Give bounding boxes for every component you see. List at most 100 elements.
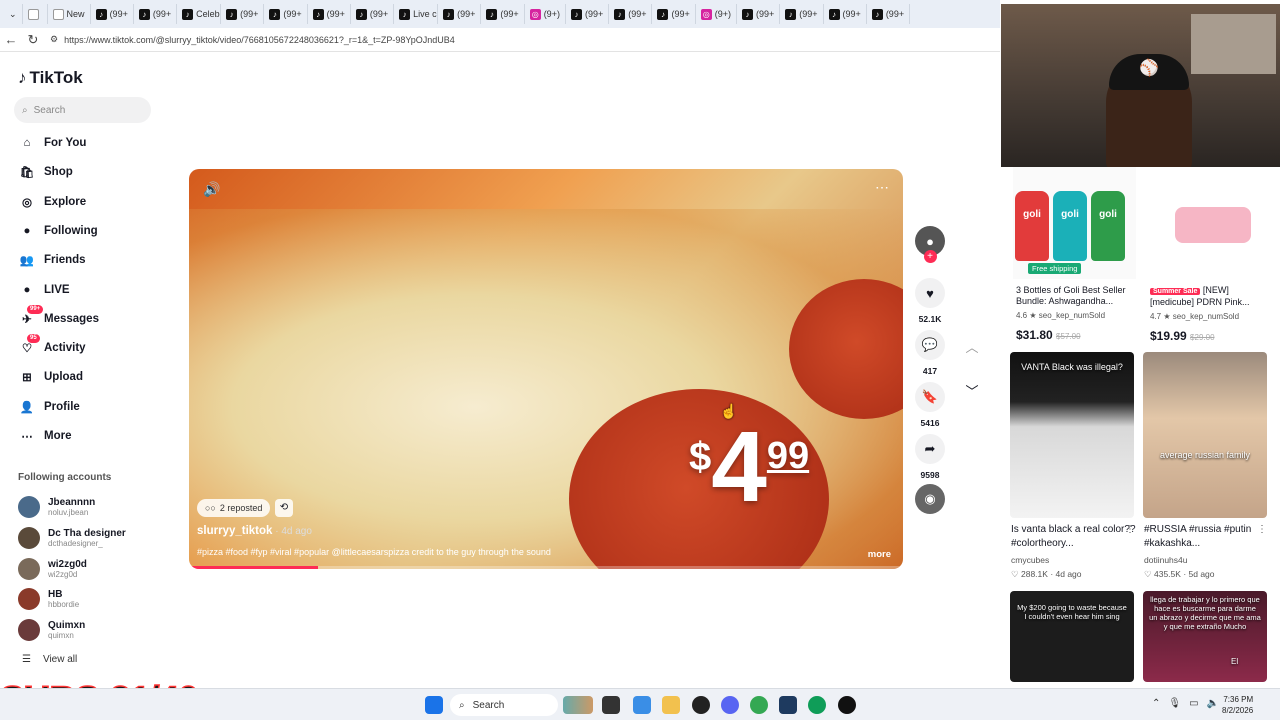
search-input[interactable]: ⌕ Search: [14, 97, 151, 123]
sidebar-item-live[interactable]: ● LIVE: [18, 281, 70, 299]
view-all-label: View all: [42, 654, 78, 665]
site-info-icon[interactable]: ⚙: [50, 34, 58, 45]
following-account-item[interactable]: HB hbbordie: [18, 588, 79, 611]
account-name: Quimxn: [48, 620, 86, 632]
video-options-icon[interactable]: ⋮: [1257, 524, 1267, 535]
browser-tab[interactable]: ◎ (9+): [696, 4, 738, 24]
browser-tab[interactable]: ♪ (99+: [867, 4, 911, 24]
video-author[interactable]: slurryy_tiktok · 4d ago: [197, 525, 312, 537]
browser-tab[interactable]: ♪ (99+: [824, 4, 867, 24]
browser-tab[interactable]: ♪ (99+: [221, 4, 265, 24]
browser-tab[interactable]: ◎ (9+): [525, 4, 566, 24]
previous-video-chevron-up-icon[interactable]: ︿: [960, 336, 984, 360]
star-icon: ★: [1163, 312, 1171, 321]
browser-tab[interactable]: ♪ (99+: [737, 4, 781, 24]
file-explorer-icon[interactable]: [662, 696, 680, 714]
repost-info[interactable]: ○○ 2 reposted: [197, 499, 271, 517]
tiktok-logo[interactable]: ♪ TikTok: [18, 68, 83, 88]
browser-tab[interactable]: ♪ (99+: [566, 4, 610, 24]
taskbar-clock[interactable]: 7:36 PM 8/2/2026: [1222, 694, 1253, 716]
like-button[interactable]: ♥ 52.1K: [913, 278, 947, 324]
friends-icon: 👥: [19, 255, 35, 268]
browser-tab[interactable]: ♪ (99+: [438, 4, 482, 24]
browser-tab[interactable]: ♪ (99+: [351, 4, 395, 24]
reload-button[interactable]: ↻: [22, 32, 44, 48]
network-icon[interactable]: ▭: [1189, 698, 1198, 709]
tiktok-icon: ♪: [657, 8, 669, 20]
repost-icon[interactable]: ⟲: [275, 499, 293, 517]
browser-tab[interactable]: ♪ (99+: [264, 4, 308, 24]
browser-tab[interactable]: ♪ Live c: [394, 4, 439, 24]
app-icon[interactable]: [779, 696, 797, 714]
bookmark-icon: 🔖: [915, 382, 945, 412]
sidebar-item-activity[interactable]: ♡ 95 Activity: [18, 334, 86, 357]
account-text: Jbeannnn noluv.jbean: [48, 497, 95, 517]
taskbar-search[interactable]: ⌕ Search: [450, 694, 558, 716]
following-account-item[interactable]: Quimxn quimxn: [18, 619, 86, 642]
browser-tab[interactable]: ♪ (99+: [134, 4, 178, 24]
sidebar-item-shop[interactable]: 🛍 Shop: [18, 163, 73, 181]
browser-tab[interactable]: ♪ (99+: [780, 4, 824, 24]
sidebar-item-friends[interactable]: 👥 Friends: [18, 251, 86, 269]
tiktok-icon: ♪: [570, 8, 582, 20]
sidebar-item-for-you[interactable]: ⌂ For You: [18, 134, 87, 152]
widgets-icon[interactable]: [563, 696, 593, 714]
tab-title: (99+: [326, 9, 345, 19]
following-account-item[interactable]: wi2zg0d wi2zg0d: [18, 557, 87, 580]
video-more-options-icon[interactable]: ⋯: [875, 179, 889, 196]
sidebar-item-upload[interactable]: ⊞ Upload: [18, 368, 83, 386]
url-field[interactable]: ⚙ https://www.tiktok.com/@slurryy_tiktok…: [50, 31, 1000, 49]
task-view-icon[interactable]: [602, 696, 620, 714]
browser-tab[interactable]: ♪ (99+: [652, 4, 696, 24]
edge-icon[interactable]: [808, 696, 826, 714]
copilot-icon[interactable]: [633, 696, 651, 714]
tiktok-note-icon: ♪: [18, 68, 27, 87]
video-progress-bar[interactable]: [189, 566, 903, 569]
browser-tab[interactable]: ♪ (99+: [609, 4, 653, 24]
video-options-icon[interactable]: ⋮: [1125, 524, 1135, 535]
browser-tab[interactable]: [23, 4, 48, 24]
next-video-chevron-down-icon[interactable]: ﹀: [960, 380, 984, 404]
back-button[interactable]: ←: [0, 32, 22, 47]
url-text: https://www.tiktok.com/@slurryy_tiktok/v…: [64, 34, 455, 45]
video-card-info[interactable]: Is vanta black a real color?? #colortheo…: [1011, 523, 1137, 580]
video-thumbnail[interactable]: VANTA Black was illegal?: [1010, 352, 1134, 518]
tab-list-button[interactable]: ⌄: [4, 4, 23, 24]
video-thumbnail[interactable]: My $200 going to waste because I couldn'…: [1010, 591, 1134, 682]
app-icon[interactable]: [838, 696, 856, 714]
windows-start-icon[interactable]: [425, 696, 443, 714]
chrome-icon[interactable]: [750, 696, 768, 714]
sidebar-item-messages[interactable]: ✈ 99+ Messages: [18, 304, 99, 328]
browser-tab[interactable]: ♪ (99+: [481, 4, 525, 24]
follow-plus-icon[interactable]: +: [923, 250, 937, 263]
volume-icon[interactable]: 🔊: [203, 181, 220, 198]
video-thumbnail[interactable]: average russian family: [1143, 352, 1267, 518]
sound-disc[interactable]: ◉: [913, 484, 947, 514]
save-button[interactable]: 🔖 5416: [913, 382, 947, 428]
taskbar-search-label: Search: [472, 699, 505, 711]
browser-tab[interactable]: ♪ (99+: [308, 4, 351, 24]
microphone-icon[interactable]: 🎙: [1168, 698, 1181, 709]
sidebar-item-explore[interactable]: ◎ Explore: [18, 193, 86, 211]
obs-icon[interactable]: [692, 696, 710, 714]
video-thumbnail[interactable]: llega de trabajar y lo primero que hace …: [1143, 591, 1267, 682]
search-icon: ⌕: [22, 104, 28, 116]
video-card-info[interactable]: #RUSSIA #russia #putin #kakashka... doti…: [1144, 523, 1270, 580]
browser-tab[interactable]: ♪ (99+: [91, 4, 134, 24]
following-account-item[interactable]: Jbeannnn noluv.jbean: [18, 496, 95, 518]
speaker-icon[interactable]: 🔈: [1207, 698, 1219, 709]
browser-tab[interactable]: ♪ Celeb: [177, 4, 222, 24]
sidebar-item-more[interactable]: ⋯ More: [18, 427, 71, 445]
following-account-item[interactable]: Dc Tha designer dcthadesigner_: [18, 526, 126, 549]
view-all-link[interactable]: ☰ View all: [22, 654, 77, 665]
caption-more-button[interactable]: more: [868, 549, 891, 560]
chevron-up-icon[interactable]: ⌃: [1152, 698, 1160, 709]
video-player[interactable]: $ 4 99 🔊 ⋯ ○○ 2 reposted ⟲ slurryy_tikto…: [189, 169, 903, 569]
sidebar-item-profile[interactable]: 👤 Profile: [18, 398, 80, 416]
discord-icon[interactable]: [721, 696, 739, 714]
comment-button[interactable]: 💬 417: [913, 330, 947, 376]
browser-tab[interactable]: New: [48, 4, 91, 24]
author-avatar[interactable]: ● +: [913, 226, 947, 263]
sidebar-item-following[interactable]: ● Following: [18, 222, 98, 240]
share-button[interactable]: ➦ 9598: [913, 434, 947, 480]
